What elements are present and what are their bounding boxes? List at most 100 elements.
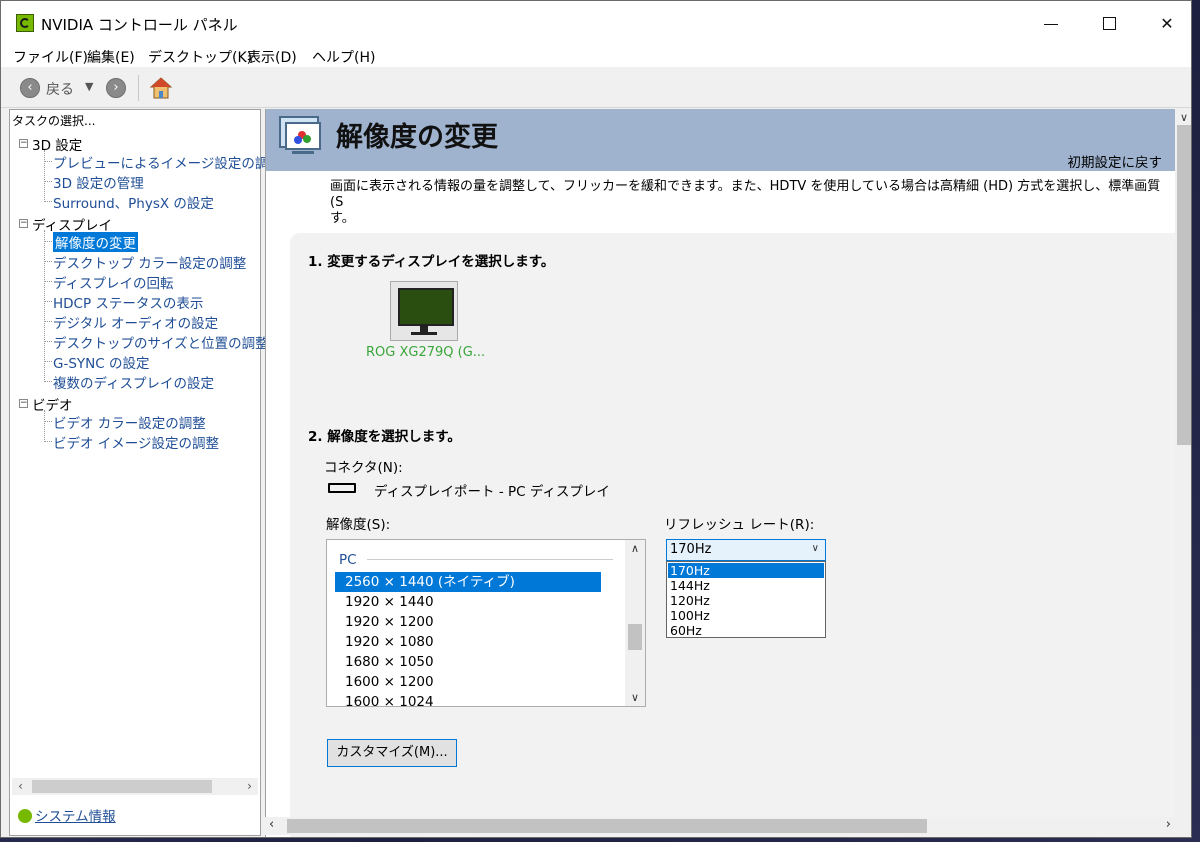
resolution-option[interactable]: 1920 × 1440 [335, 592, 601, 612]
resolution-listbox[interactable]: PC 2560 × 1440 (ネイティブ) 1920 × 1440 1920 … [326, 539, 646, 707]
back-arrow-icon[interactable]: ‹ [20, 78, 40, 98]
refresh-option[interactable]: 100Hz [668, 608, 824, 623]
resolution-option[interactable]: 2560 × 1440 (ネイティブ) [335, 572, 601, 592]
resolution-option[interactable]: 1680 × 1050 [335, 652, 601, 672]
tree-line [44, 410, 45, 440]
resolution-list-scrollbar[interactable]: ∧ ∨ [625, 540, 645, 706]
display-name[interactable]: ROG XG279Q (G... [366, 345, 485, 360]
scroll-left-icon[interactable]: ‹ [269, 817, 274, 832]
collapse-icon[interactable]: − [19, 139, 28, 148]
resolution-option[interactable]: 1600 × 1024 [335, 692, 601, 706]
tree-group-video[interactable]: ビデオ [32, 394, 73, 414]
left-horizontal-scrollbar[interactable]: ‹ › [12, 778, 258, 795]
collapse-icon[interactable]: − [19, 219, 28, 228]
minimize-button[interactable] [1031, 9, 1071, 39]
system-info-icon [18, 809, 32, 823]
tree-item-desktop-size-position[interactable]: デスクトップのサイズと位置の調整 [53, 332, 269, 352]
tree-line [44, 361, 52, 362]
collapse-icon[interactable]: − [19, 399, 28, 408]
menu-file[interactable]: ファイル(F) [13, 47, 88, 67]
restore-defaults-link[interactable]: 初期設定に戻す [1068, 151, 1163, 171]
scrollbar-thumb[interactable] [628, 624, 642, 650]
tree-item-3d-manage[interactable]: 3D 設定の管理 [53, 172, 144, 192]
refresh-rate-label: リフレッシュ レート(R): [664, 517, 815, 533]
resolution-option[interactable]: 1600 × 1200 [335, 672, 601, 692]
chevron-down-icon: ∨ [811, 543, 819, 554]
resolution-group-pc: PC [339, 552, 357, 568]
scroll-up-icon[interactable]: ∧ [625, 542, 645, 555]
resize-grip-icon[interactable] [1175, 820, 1191, 836]
refresh-rate-value: 170Hz [670, 542, 712, 557]
tree-item-gsync[interactable]: G-SYNC の設定 [53, 352, 149, 372]
nvidia-control-panel-window: NVIDIA コントロール パネル ✕ ファイル(F) 編集(E) デスクトップ… [0, 0, 1192, 838]
maximize-button[interactable] [1089, 9, 1129, 39]
scrollbar-thumb[interactable] [1177, 125, 1191, 445]
section-select-display: 1. 変更するディスプレイを選択します。 [308, 254, 555, 270]
tree-line [44, 421, 52, 422]
resolution-option[interactable]: 1920 × 1200 [335, 612, 601, 632]
scrollbar-thumb[interactable] [287, 819, 927, 833]
menu-desktop[interactable]: デスクトップ(K) [148, 47, 252, 67]
window-title: NVIDIA コントロール パネル [41, 16, 238, 34]
tree-line [44, 261, 52, 262]
tree-item-preview-image[interactable]: プレビューによるイメージ設定の調整 [53, 152, 282, 172]
menu-view[interactable]: 表示(D) [247, 47, 297, 67]
history-dropdown-icon[interactable]: ▼ [85, 80, 93, 93]
tree-item-digital-audio[interactable]: デジタル オーディオの設定 [53, 312, 218, 332]
menu-edit[interactable]: 編集(E) [87, 47, 135, 67]
forward-arrow-icon[interactable]: › [106, 78, 126, 98]
menu-help[interactable]: ヘルプ(H) [312, 47, 375, 67]
tree-item-change-resolution[interactable]: 解像度の変更 [53, 232, 138, 252]
scroll-right-icon[interactable]: › [241, 778, 258, 795]
content-vertical-scrollbar[interactable]: ∨ [1175, 109, 1191, 820]
tree-line [44, 341, 52, 342]
tree-line [44, 161, 52, 162]
resolution-label: 解像度(S): [326, 517, 391, 533]
refresh-rate-dropdown: 170Hz 144Hz 120Hz 100Hz 60Hz [666, 561, 826, 638]
scroll-right-icon[interactable]: › [1166, 817, 1171, 832]
page-description: 画面に表示される情報の量を調整して、フリッカーを緩和できます。また、HDTV を… [330, 179, 1176, 227]
tree-line [44, 150, 45, 200]
refresh-rate-select[interactable]: 170Hz ∨ [666, 539, 826, 561]
tree-item-video-color[interactable]: ビデオ カラー設定の調整 [53, 412, 206, 432]
scroll-down-icon[interactable]: ∨ [625, 691, 645, 704]
tree-line [44, 241, 52, 242]
connector-label: コネクタ(N): [324, 460, 403, 476]
tree-item-surround-physx[interactable]: Surround、PhysX の設定 [53, 192, 214, 212]
toolbar-separator [138, 75, 139, 101]
task-tree-panel: タスクの選択... − 3D 設定 プレビューによるイメージ設定の調整 3D 設… [9, 109, 282, 836]
refresh-option[interactable]: 170Hz [668, 563, 824, 578]
task-select-label: タスクの選択... [12, 114, 96, 128]
tree-line [44, 301, 52, 302]
tree-line [44, 321, 52, 322]
content-horizontal-scrollbar[interactable]: ‹ › [265, 817, 1175, 835]
home-icon[interactable] [149, 76, 173, 100]
refresh-option[interactable]: 144Hz [668, 578, 824, 593]
refresh-option[interactable]: 120Hz [668, 593, 824, 608]
tree-group-3d[interactable]: 3D 設定 [32, 134, 82, 154]
scroll-left-icon[interactable]: ‹ [12, 778, 29, 795]
scroll-down-icon[interactable]: ∨ [1175, 109, 1191, 126]
tree-item-multiple-displays[interactable]: 複数のディスプレイの設定 [53, 372, 214, 392]
system-info-link[interactable]: システム情報 [35, 809, 116, 825]
refresh-option[interactable]: 60Hz [668, 623, 824, 638]
scrollbar-thumb[interactable] [32, 780, 212, 793]
close-icon: ✕ [1160, 14, 1174, 33]
description-line-1: 画面に表示される情報の量を調整して、フリッカーを緩和できます。また、HDTV を… [330, 179, 1161, 210]
tree-item-hdcp-status[interactable]: HDCP ステータスの表示 [53, 292, 203, 312]
display-settings-icon [279, 116, 321, 154]
page-header: 解像度の変更 初期設定に戻す [266, 109, 1178, 171]
title-bar: NVIDIA コントロール パネル ✕ [1, 1, 1191, 45]
close-button[interactable]: ✕ [1147, 9, 1187, 39]
content-panel: 解像度の変更 初期設定に戻す 画面に表示される情報の量を調整して、フリッカーを緩… [265, 109, 1191, 837]
tree-line [44, 201, 52, 202]
back-button-label[interactable]: 戻る [46, 79, 74, 99]
resolution-option[interactable]: 1920 × 1080 [335, 632, 601, 652]
tree-item-video-image[interactable]: ビデオ イメージ設定の調整 [53, 432, 219, 452]
tree-item-rotate-display[interactable]: ディスプレイの回転 [53, 272, 174, 292]
minimize-icon [1044, 24, 1058, 25]
customize-button[interactable]: カスタマイズ(M)... [327, 739, 457, 767]
page-title: 解像度の変更 [336, 122, 498, 153]
tree-item-desktop-color[interactable]: デスクトップ カラー設定の調整 [53, 252, 246, 272]
display-icon[interactable] [390, 281, 458, 341]
